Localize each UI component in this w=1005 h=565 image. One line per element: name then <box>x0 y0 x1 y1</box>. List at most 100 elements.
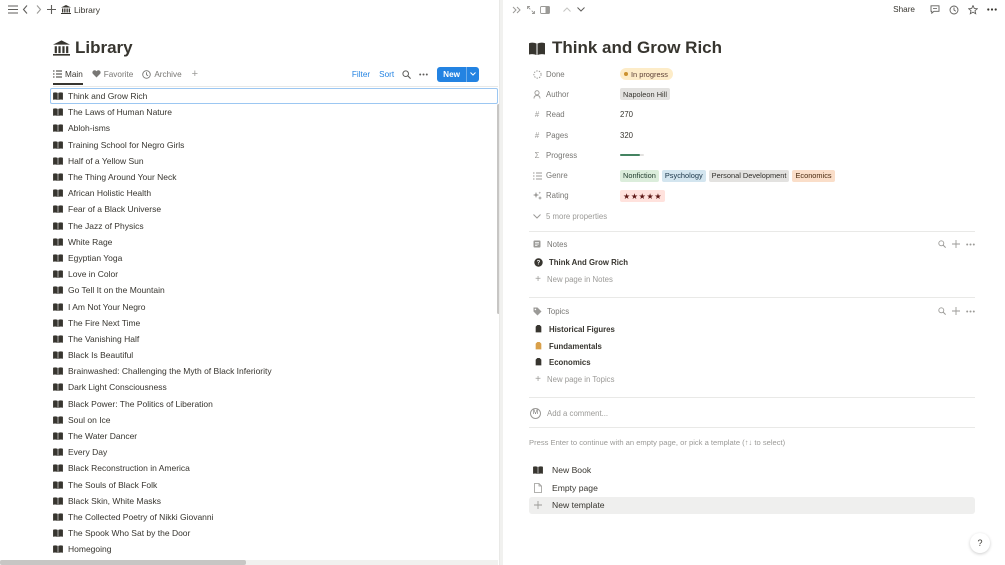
plus-icon[interactable] <box>952 307 960 315</box>
book-row[interactable]: The Fire Next Time <box>50 315 498 331</box>
book-row[interactable]: The Thing Around Your Neck <box>50 169 498 185</box>
book-row[interactable]: Black Reconstruction in America <box>50 460 498 476</box>
chevron-down-icon[interactable] <box>574 3 587 16</box>
book-row[interactable]: The Spook Who Sat by the Door <box>50 525 498 541</box>
book-row[interactable]: Homegoing <box>50 541 498 557</box>
back-arrow-icon[interactable] <box>19 3 32 16</box>
book-row[interactable]: Black Is Beautiful <box>50 347 498 363</box>
genre-tag[interactable]: Economics <box>792 169 835 182</box>
search-icon[interactable] <box>938 307 946 315</box>
book-row[interactable]: White Rage <box>50 234 498 250</box>
rating-stars[interactable]: ★★★★★ <box>620 189 666 202</box>
comment-icon[interactable] <box>928 3 941 16</box>
expand-icon[interactable] <box>524 3 537 16</box>
sort-button[interactable]: Sort <box>379 70 394 79</box>
forward-arrow-icon[interactable] <box>32 3 45 16</box>
book-row[interactable]: The Souls of Black Folk <box>50 477 498 493</box>
book-row[interactable]: The Jazz of Physics <box>50 218 498 234</box>
note-item[interactable]: ? Think And Grow Rich <box>529 254 975 271</box>
property-author[interactable]: Author Napoleon Hill <box>529 84 975 104</box>
book-title: The Fire Next Time <box>68 317 141 328</box>
comment-input[interactable]: M Add a comment... <box>529 405 975 421</box>
status-badge[interactable]: In progress <box>620 68 673 81</box>
book-row[interactable]: Soul on Ice <box>50 412 498 428</box>
help-button[interactable]: ? <box>970 533 990 553</box>
book-row[interactable]: Abloh-isms <box>50 120 498 136</box>
book-row[interactable]: Go Tell It on the Mountain <box>50 282 498 298</box>
book-row[interactable]: The Laws of Human Nature <box>50 104 498 120</box>
author-tag[interactable]: Napoleon Hill <box>620 88 670 101</box>
tab-archive[interactable]: Archive <box>142 65 182 83</box>
property-genre[interactable]: Genre Nonfiction Psychology Personal Devel… <box>529 165 975 185</box>
book-row[interactable]: Dark Light Consciousness <box>50 379 498 395</box>
book-row[interactable]: Half of a Yellow Sun <box>50 153 498 169</box>
template-empty-page[interactable]: Empty page <box>529 479 975 497</box>
book-row[interactable]: I Am Not Your Negro <box>50 298 498 314</box>
book-list: Think and Grow Rich The Laws of Human Nat… <box>50 88 498 557</box>
new-note-button[interactable]: + New page in Notes <box>529 271 975 288</box>
template-new-template[interactable]: New template <box>529 496 975 515</box>
side-peek-icon[interactable] <box>538 3 551 16</box>
filter-button[interactable]: Filter <box>352 70 370 79</box>
topics-section: Topics Historical Figures Fundamentals E… <box>529 304 975 388</box>
book-icon <box>53 367 63 376</box>
book-row[interactable]: African Holistic Health <box>50 185 498 201</box>
share-button[interactable]: Share <box>893 5 915 14</box>
search-icon[interactable] <box>402 69 412 79</box>
genre-tag[interactable]: Psychology <box>661 169 706 182</box>
book-title: Every Day <box>68 447 108 458</box>
read-value[interactable]: 270 <box>620 110 633 119</box>
property-progress[interactable]: Σ Progress <box>529 145 975 165</box>
property-read[interactable]: # Read 270 <box>529 105 975 125</box>
genre-tag[interactable]: Personal Development <box>708 169 790 182</box>
topic-item[interactable]: Economics <box>529 355 975 372</box>
book-icon <box>53 302 63 311</box>
topic-item[interactable]: Fundamentals <box>529 338 975 355</box>
genre-tag[interactable]: Nonfiction <box>620 169 659 182</box>
avatar: M <box>530 407 541 419</box>
add-view-icon[interactable]: + <box>192 68 198 80</box>
book-row[interactable]: The Collected Poetry of Nikki Giovanni <box>50 509 498 525</box>
search-icon[interactable] <box>938 240 946 248</box>
book-row[interactable]: The Water Dancer <box>50 428 498 444</box>
page-title: Library <box>53 38 133 58</box>
more-icon[interactable] <box>985 3 998 16</box>
plus-icon[interactable] <box>45 3 58 16</box>
book-row[interactable]: Love in Color <box>50 266 498 282</box>
history-icon[interactable] <box>947 3 960 16</box>
topic-item[interactable]: Historical Figures <box>529 321 975 338</box>
list-icon <box>53 70 62 78</box>
more-icon[interactable] <box>419 73 428 76</box>
book-icon <box>53 189 63 198</box>
property-rating[interactable]: Rating ★★★★★ <box>529 186 975 206</box>
new-topic-button[interactable]: + New page in Topics <box>529 371 975 388</box>
book-row[interactable]: The Vanishing Half <box>50 331 498 347</box>
menu-icon[interactable] <box>6 3 19 16</box>
horizontal-scrollbar[interactable] <box>0 560 246 565</box>
new-button[interactable]: New <box>437 66 479 82</box>
plus-icon[interactable] <box>952 240 960 248</box>
close-peek-icon[interactable] <box>510 3 523 16</box>
book-row[interactable]: Think and Grow Rich <box>50 88 498 105</box>
pages-value[interactable]: 320 <box>620 131 633 140</box>
chevron-up-icon[interactable] <box>560 3 573 16</box>
breadcrumb[interactable]: Library <box>61 5 100 15</box>
book-row[interactable]: Fear of a Black Universe <box>50 201 498 217</box>
book-row[interactable]: Brainwashed: Challenging the Myth of Bla… <box>50 363 498 379</box>
book-row[interactable]: Black Skin, White Masks <box>50 493 498 509</box>
more-icon[interactable] <box>966 310 975 313</box>
chevron-down-icon[interactable] <box>466 66 479 82</box>
page-title-text[interactable]: Think and Grow Rich <box>552 38 722 58</box>
book-row[interactable]: Every Day <box>50 444 498 460</box>
book-row[interactable]: Training School for Negro Girls <box>50 137 498 153</box>
template-new-book[interactable]: New Book <box>529 461 975 479</box>
star-icon[interactable] <box>966 3 979 16</box>
book-row[interactable]: Egyptian Yoga <box>50 250 498 266</box>
tab-main[interactable]: Main <box>53 65 83 85</box>
more-properties-toggle[interactable]: 5 more properties <box>529 206 975 226</box>
more-icon[interactable] <box>966 243 975 246</box>
book-row[interactable]: Black Power: The Politics of Liberation <box>50 396 498 412</box>
tab-favorite[interactable]: Favorite <box>92 65 133 83</box>
property-done[interactable]: Done In progress <box>529 64 975 84</box>
property-pages[interactable]: # Pages 320 <box>529 125 975 145</box>
